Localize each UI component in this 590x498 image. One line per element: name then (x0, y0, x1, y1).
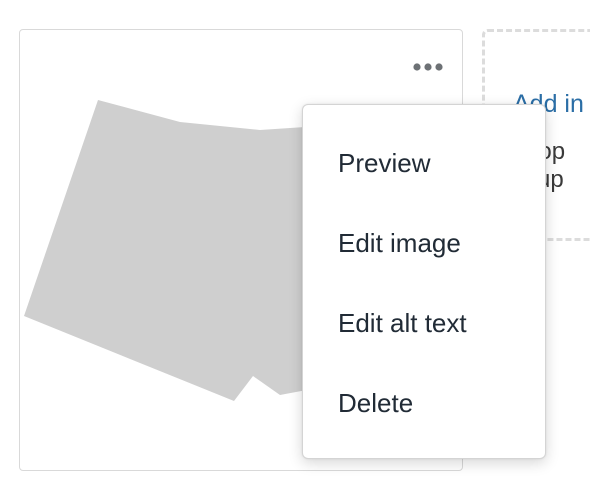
menu-item-edit-image[interactable]: Edit image (303, 203, 545, 283)
menu-item-delete[interactable]: Delete (303, 363, 545, 443)
media-gallery: Add in drop o up Preview Edit image Edit… (0, 0, 590, 498)
menu-item-edit-alt-text[interactable]: Edit alt text (303, 283, 545, 363)
more-actions-button[interactable] (402, 52, 448, 82)
menu-item-preview[interactable]: Preview (303, 123, 545, 203)
ellipsis-horizontal-icon (413, 63, 443, 71)
image-actions-menu: Preview Edit image Edit alt text Delete (302, 104, 546, 459)
